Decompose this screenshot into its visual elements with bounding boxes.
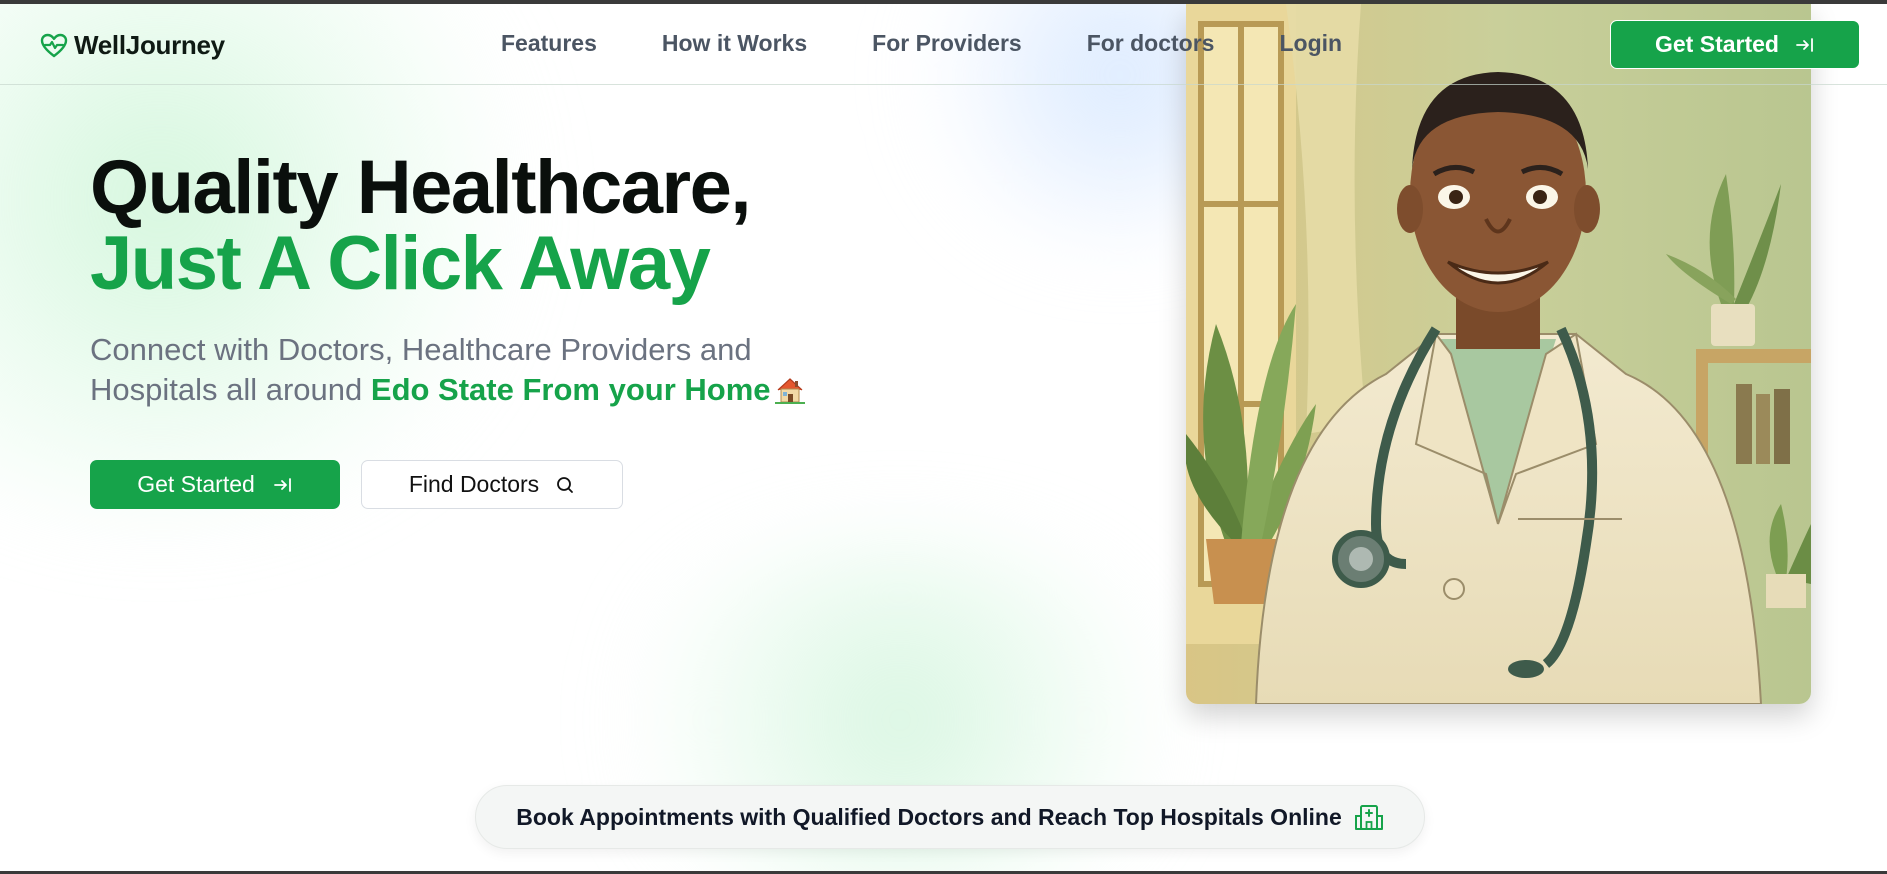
arrow-right-to-line-icon: [273, 477, 291, 492]
find-doctors-button[interactable]: Find Doctors: [361, 460, 623, 509]
find-doctors-label: Find Doctors: [408, 471, 540, 497]
hero-title: Quality Healthcare, Just A Click Away: [90, 145, 752, 306]
brand-logo[interactable]: WellJourney: [40, 30, 225, 61]
nav-link-for-doctors[interactable]: For doctors: [1087, 30, 1215, 57]
top-navbar: WellJourney Features How it Works For Pr…: [0, 4, 1887, 85]
banner-text: Book Appointments with Qualified Doctors…: [516, 803, 1342, 830]
hero-get-started-label: Get Started: [137, 471, 255, 497]
nav-link-how-it-works[interactable]: How it Works: [662, 30, 807, 57]
hero-title-line2: Just A Click Away: [90, 221, 711, 306]
doctor-illustration: [1186, 4, 1811, 704]
nav-link-for-providers[interactable]: For Providers: [872, 30, 1022, 57]
heart-pulse-icon: [40, 33, 68, 57]
brand-name: WellJourney: [74, 30, 225, 60]
hero-subtitle: Connect with Doctors, Healthcare Provide…: [90, 330, 850, 410]
hero-subtitle-highlight: Edo State From your Home: [370, 372, 771, 407]
nav-get-started-label: Get Started: [1655, 31, 1779, 57]
window-top-edge: [0, 0, 1887, 4]
arrow-right-to-line-icon: [1796, 37, 1813, 52]
hospital-icon: [1354, 805, 1383, 830]
nav-link-login[interactable]: Login: [1279, 30, 1342, 57]
house-icon: [774, 378, 805, 404]
nav-get-started-button[interactable]: Get Started: [1610, 20, 1860, 69]
hero-get-started-button[interactable]: Get Started: [90, 460, 340, 509]
nav-link-features[interactable]: Features: [501, 30, 597, 57]
hero-title-line1: Quality Healthcare,: [90, 145, 752, 230]
primary-nav: Features How it Works For Providers For …: [501, 30, 1342, 57]
feature-banner: Book Appointments with Qualified Doctors…: [475, 785, 1425, 849]
search-icon: [557, 476, 574, 493]
